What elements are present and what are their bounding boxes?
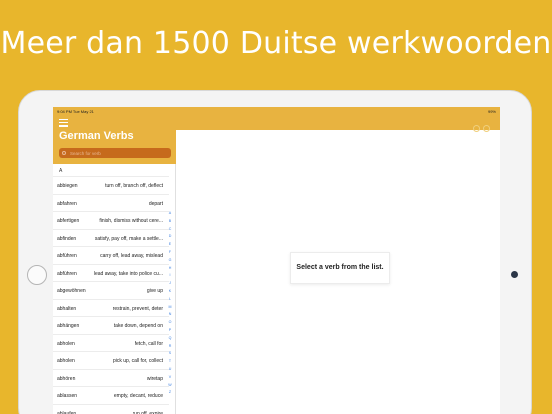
verb-translation: lead away, take into police cu... (93, 270, 163, 277)
index-letter[interactable]: P (167, 328, 173, 336)
verb-name: abgewöhnen (57, 288, 86, 294)
verb-translation: fetch, call for (134, 340, 163, 347)
index-letter[interactable]: C (167, 227, 173, 235)
verb-name: abfahren (57, 200, 77, 207)
camera-dot (511, 271, 518, 278)
verb-row[interactable]: abfinden satisfy, pay off, make a settle.… (53, 228, 169, 247)
index-letter[interactable]: S (167, 351, 173, 359)
star-icon[interactable] (483, 125, 490, 132)
verb-row[interactable]: abführen carry off, lead away, mislead (53, 246, 169, 264)
verb-name: abhalten (57, 305, 77, 312)
verb-name: ablassen (57, 393, 78, 399)
verb-list: abbiegen turn off, branch off, deflect abf… (53, 176, 169, 414)
index-letter[interactable]: E (167, 242, 173, 250)
home-button[interactable] (27, 265, 47, 285)
search-icon (62, 150, 66, 155)
index-letter[interactable]: Z (167, 390, 173, 398)
verb-row[interactable]: ablaufen run off, expire (53, 403, 169, 414)
verb-name: abführen (57, 270, 77, 277)
verb-translation: pick up, call for, collect (112, 358, 163, 364)
detail-toolbar (470, 119, 494, 132)
verb-translation: give up (146, 288, 163, 294)
verb-row[interactable]: abführen lead away, take into police cu..… (53, 263, 169, 282)
verb-row[interactable]: abgewöhnen give up (53, 281, 169, 299)
headline: Meer dan 1500 Duitse werkwoorden (0, 26, 552, 61)
verb-row[interactable]: abhalten restrain, prevent, deter (53, 298, 169, 317)
verb-row[interactable]: abholen pick up, call for, collect (53, 351, 169, 369)
info-icon[interactable] (473, 125, 480, 132)
index-letter[interactable]: Q (167, 336, 173, 344)
index-letter[interactable]: N (167, 312, 173, 320)
menu-icon[interactable] (59, 119, 68, 128)
verb-row[interactable]: abhören wiretap (53, 368, 169, 387)
empty-state-message: Select a verb from the list. (290, 252, 390, 284)
verb-sidebar: German Verbs A abbiegen turn off, branch … (53, 116, 176, 414)
verb-translation: finish, dismiss without cere... (99, 218, 163, 224)
section-header: A (59, 168, 63, 174)
verb-translation: restrain, prevent, deter (112, 305, 163, 312)
verb-name: abfertigen (57, 218, 80, 224)
sidebar-title: German Verbs (59, 130, 134, 142)
verb-translation: depart (148, 200, 163, 207)
app-screen: 9:04 PM Tue May 21 99% German Verbs A ab… (53, 107, 500, 414)
verb-translation: empty, decant, reduce (113, 393, 163, 399)
index-letter[interactable]: L (167, 297, 173, 305)
index-letter[interactable]: D (167, 234, 173, 242)
verb-row[interactable]: abholen fetch, call for (53, 333, 169, 352)
verb-translation: run off, expire (132, 410, 163, 414)
verb-name: abholen (57, 340, 75, 347)
verb-name: abhören (57, 375, 76, 382)
index-letter[interactable]: V (167, 375, 173, 383)
index-letter[interactable]: B (167, 219, 173, 227)
battery-indicator: 99% (487, 109, 496, 114)
verb-translation: take down, depend on (113, 323, 163, 329)
verb-translation: carry off, lead away, mislead (100, 253, 163, 259)
alphabet-index[interactable]: ABCDEFGHIJKLMNOPQRSTUVWZ (167, 211, 173, 398)
index-letter[interactable]: O (167, 320, 173, 328)
index-letter[interactable]: J (167, 281, 173, 289)
verb-translation: turn off, branch off, deflect (105, 183, 163, 189)
verb-row[interactable]: abhängen take down, depend on (53, 316, 169, 334)
verb-row[interactable]: ablassen empty, decant, reduce (53, 386, 169, 404)
index-letter[interactable]: I (167, 273, 173, 281)
index-letter[interactable]: A (167, 211, 173, 219)
ipad-frame: 9:04 PM Tue May 21 99% German Verbs A ab… (18, 90, 532, 414)
verb-name: ablaufen (57, 410, 77, 414)
verb-row[interactable]: abbiegen turn off, branch off, deflect (53, 176, 169, 194)
index-letter[interactable]: W (167, 383, 173, 391)
index-letter[interactable]: R (167, 344, 173, 352)
verb-name: abholen (57, 358, 75, 364)
status-bar: 9:04 PM Tue May 21 99% (53, 107, 500, 116)
verb-name: abfinden (57, 235, 77, 242)
verb-name: abhängen (57, 323, 80, 329)
verb-row[interactable]: abfertigen finish, dismiss without cere..… (53, 211, 169, 229)
status-time: 9:04 PM Tue May 21 (57, 109, 94, 114)
index-letter[interactable]: H (167, 266, 173, 274)
sidebar-header: German Verbs (53, 116, 176, 164)
verb-row[interactable]: abfahren depart (53, 193, 169, 212)
index-letter[interactable]: U (167, 367, 173, 375)
verb-name: abbiegen (57, 183, 78, 189)
search-input[interactable] (59, 148, 171, 158)
index-letter[interactable]: G (167, 258, 173, 266)
index-letter[interactable]: M (167, 305, 173, 313)
index-letter[interactable]: F (167, 250, 173, 258)
verb-translation: satisfy, pay off, make a settle... (94, 235, 163, 242)
verb-translation: wiretap (146, 375, 163, 382)
index-letter[interactable]: T (167, 359, 173, 367)
verb-name: abführen (57, 253, 77, 259)
detail-header (176, 116, 500, 132)
index-letter[interactable]: K (167, 289, 173, 297)
